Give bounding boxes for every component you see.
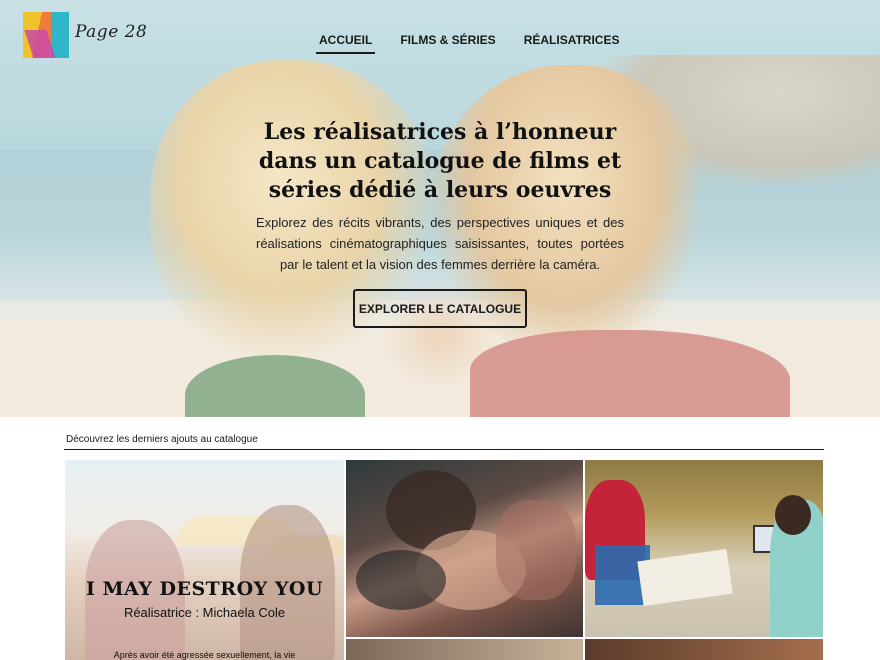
catalogue-tile-image[interactable] bbox=[585, 460, 823, 637]
hero-description: Explorez des récits vibrants, des perspe… bbox=[256, 215, 624, 272]
catalogue-tile-image[interactable] bbox=[346, 460, 583, 637]
card-overlay bbox=[65, 460, 344, 660]
nav-item-accueil[interactable]: ACCUEIL bbox=[316, 31, 376, 54]
main-nav: ACCUEIL FILMS & SÉRIES RÉALISATRICES bbox=[316, 31, 622, 54]
logo-stripe-cyan bbox=[51, 12, 69, 58]
tile-figure bbox=[496, 500, 576, 600]
nav-item-films-series[interactable]: FILMS & SÉRIES bbox=[397, 31, 498, 54]
nav-item-realisatrices[interactable]: RÉALISATRICES bbox=[521, 31, 623, 54]
hero-banner bbox=[0, 0, 880, 417]
show-synopsis: Après avoir été agressée sexuellement, l… bbox=[113, 650, 296, 660]
brand-name[interactable]: Page 28 bbox=[75, 22, 147, 42]
hero-title: Les réalisatrices à l’honneur dans un ca… bbox=[258, 119, 622, 203]
featured-show-card[interactable]: I MAY DESTROY YOU Réalisatrice : Michael… bbox=[65, 460, 344, 660]
show-director: Réalisatrice : Michaela Cole bbox=[123, 605, 286, 620]
section-heading: Découvrez les derniers ajouts au catalog… bbox=[66, 434, 258, 445]
section-divider bbox=[64, 449, 824, 450]
catalogue-tile-image[interactable] bbox=[585, 639, 823, 660]
explore-catalogue-button[interactable]: EXPLORER LE CATALOGUE bbox=[353, 289, 527, 328]
hero-overlay bbox=[0, 0, 880, 417]
show-title: I MAY DESTROY YOU bbox=[85, 578, 324, 600]
catalogue-tile-image[interactable] bbox=[346, 639, 583, 660]
tile-figure bbox=[775, 495, 811, 535]
tile-figure bbox=[356, 550, 446, 610]
logo[interactable] bbox=[23, 12, 69, 58]
tile-document bbox=[637, 548, 733, 607]
